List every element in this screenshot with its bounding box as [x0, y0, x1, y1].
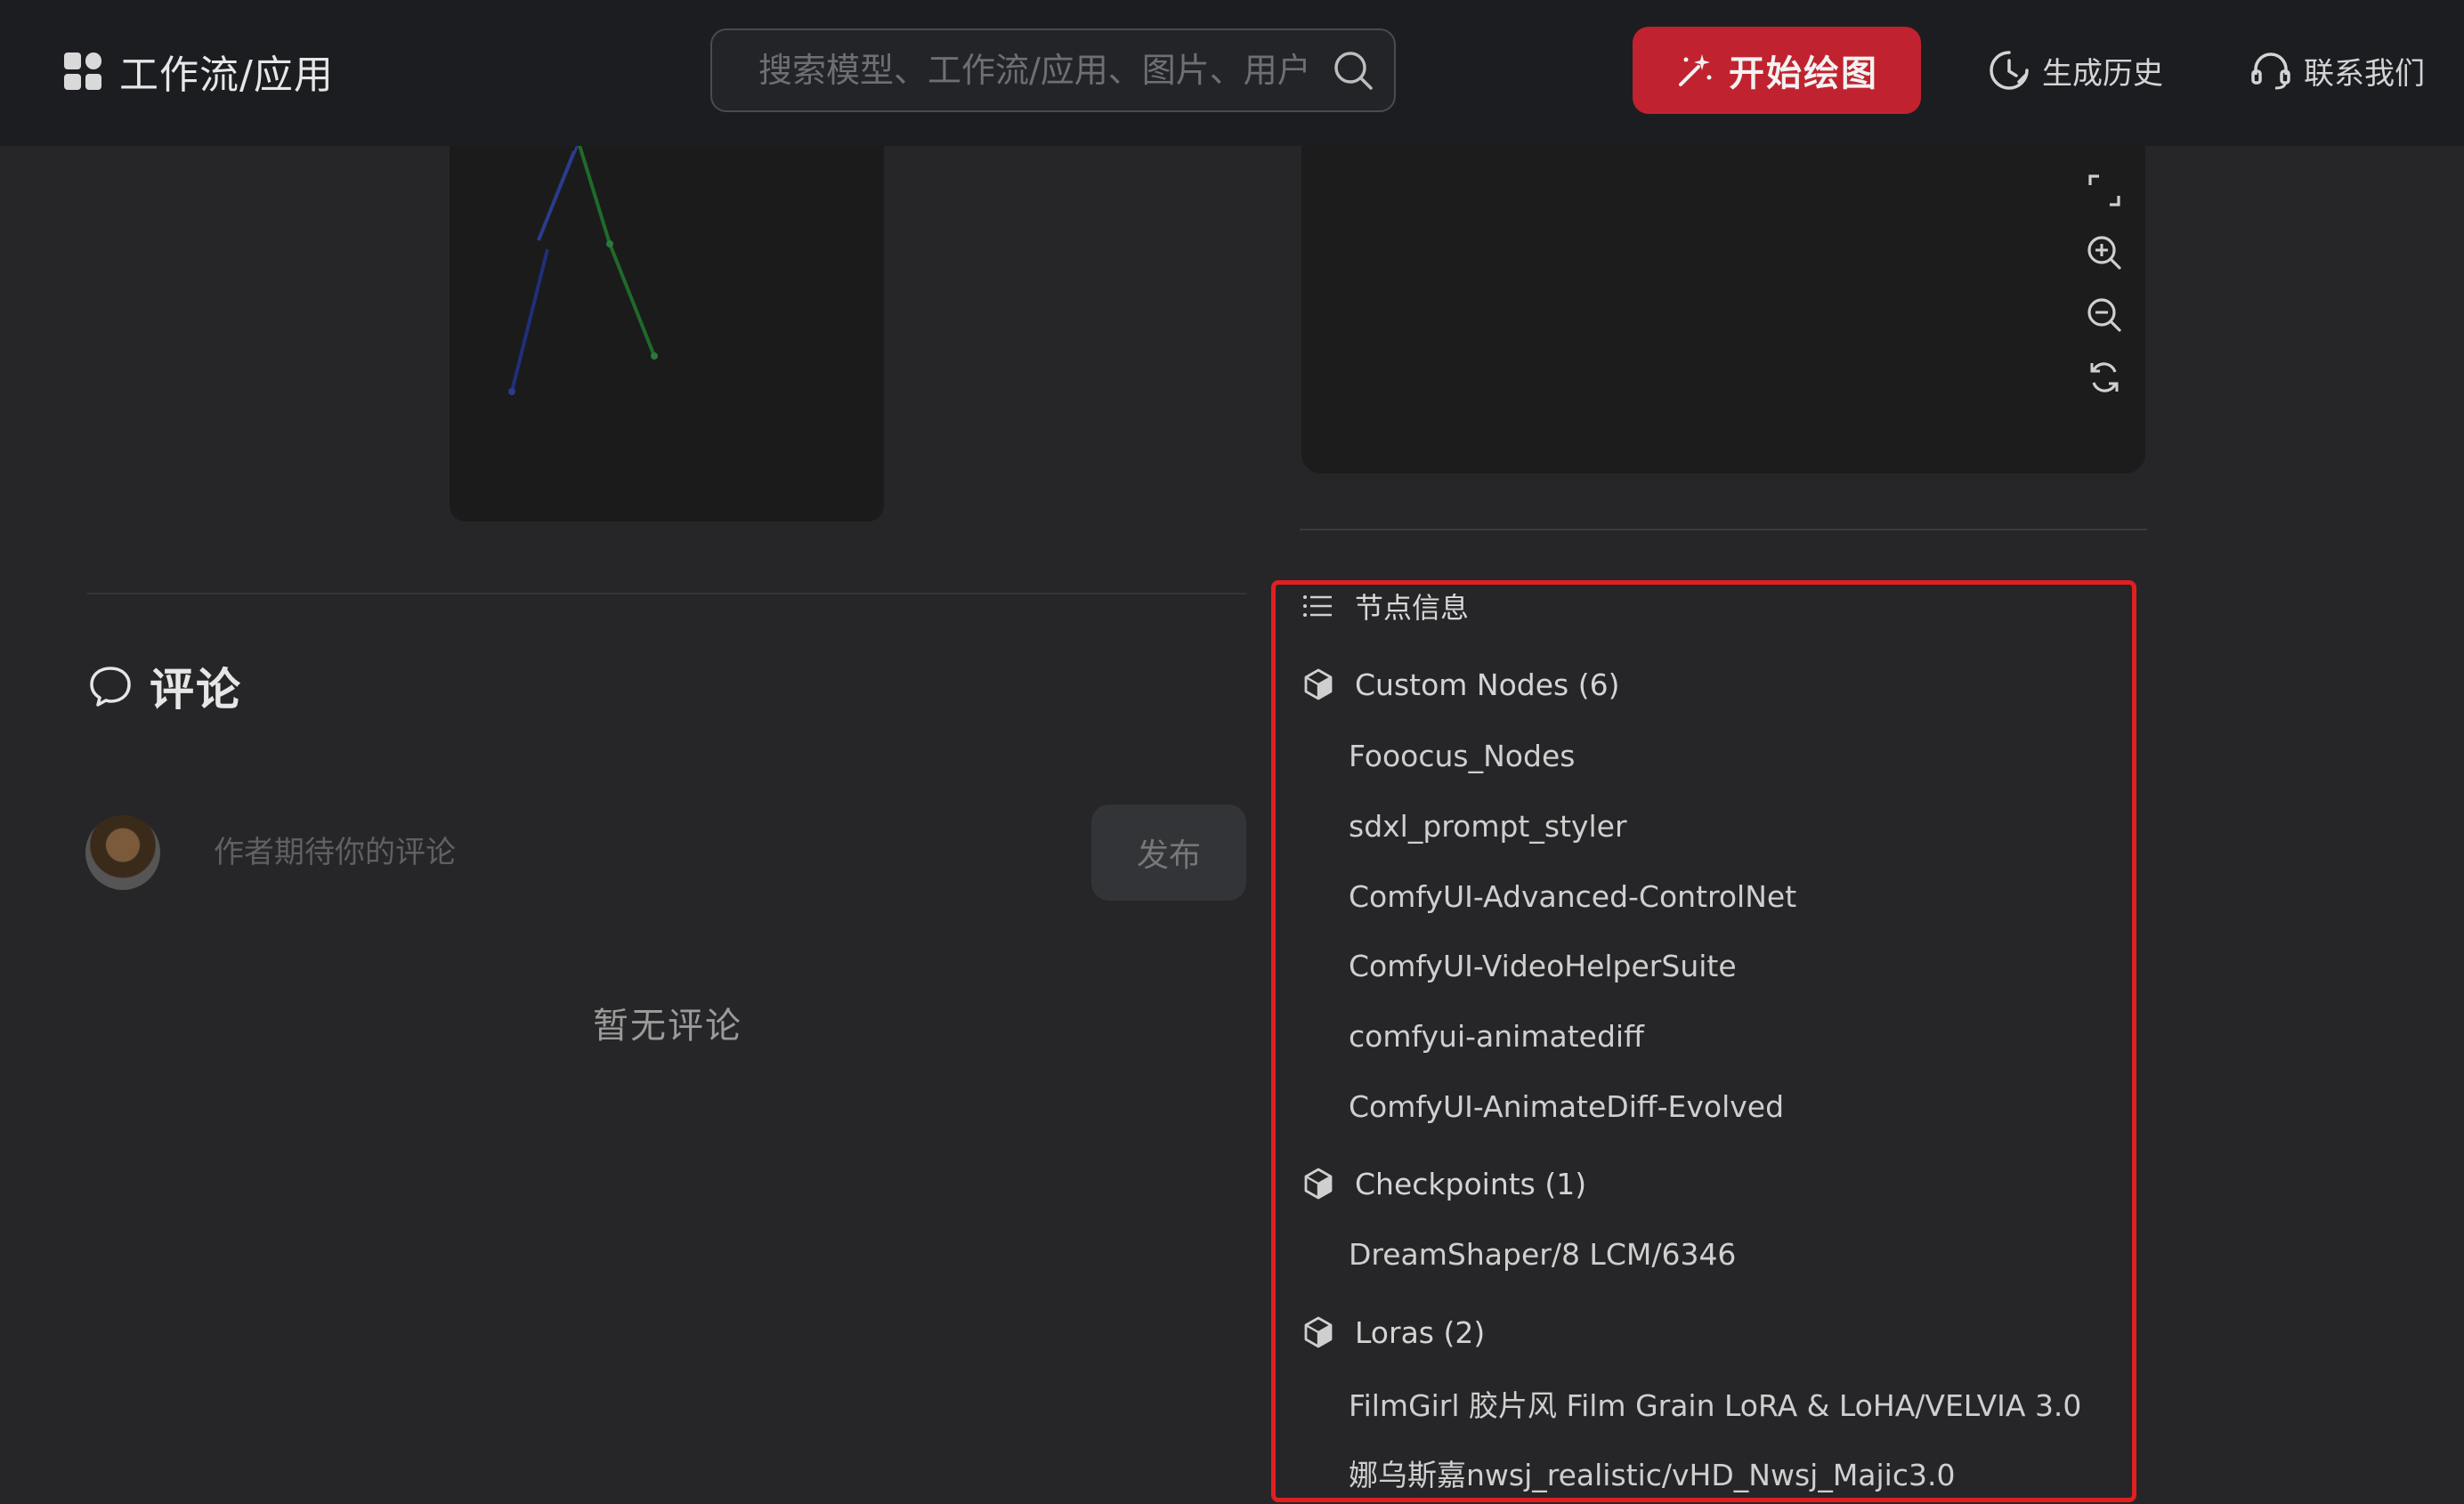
workflow-preview-image [450, 133, 884, 522]
category-custom-nodes[interactable]: Custom Nodes (6) [1301, 660, 1619, 708]
headset-icon [2251, 53, 2290, 90]
category-loras[interactable]: Loras (2) [1301, 1308, 1485, 1356]
lora-item[interactable]: FilmGirl 胶片风 Film Grain LoRA & LoHA/VELV… [1349, 1379, 2081, 1427]
search-box[interactable] [710, 28, 1396, 112]
section-divider [1300, 529, 2147, 530]
search-input[interactable] [758, 51, 1330, 90]
zoom-out-icon[interactable] [2085, 295, 2124, 335]
category-checkpoints[interactable]: Checkpoints (1) [1301, 1160, 1586, 1208]
node-info-title: 节点信息 [1355, 591, 1470, 625]
workflow-canvas[interactable] [1301, 133, 2145, 473]
node-info-header: 节点信息 [1301, 584, 1469, 628]
publish-button[interactable]: 发布 [1091, 805, 1246, 901]
section-divider [87, 593, 1246, 594]
node-item[interactable]: sdxl_prompt_styler [1349, 802, 1627, 850]
page-title: 工作流/应用 [119, 53, 334, 98]
node-item[interactable]: ComfyUI-AnimateDiff-Evolved [1349, 1082, 1784, 1130]
zoom-in-icon[interactable] [2085, 233, 2124, 272]
brand[interactable]: 工作流/应用 [64, 41, 334, 101]
category-label: Checkpoints (1) [1355, 1166, 1587, 1201]
lora-item[interactable]: 娜乌斯嘉nwsj_realistic/vHD_Nwsj_Majic3.0 [1349, 1449, 1955, 1497]
comment-input[interactable] [214, 810, 1068, 895]
avatar[interactable] [85, 815, 160, 890]
cube-icon [1304, 668, 1333, 700]
cube-icon [1304, 1168, 1333, 1200]
search-icon[interactable] [1330, 47, 1376, 93]
refresh-icon[interactable] [2085, 358, 2124, 397]
contact-label: 联系我们 [2304, 55, 2425, 92]
empty-comments-text: 暂无评论 [593, 1006, 742, 1047]
category-label: Custom Nodes (6) [1355, 667, 1620, 702]
start-drawing-button[interactable]: 开始绘图 [1633, 27, 1921, 114]
pose-skeleton-graphic [508, 142, 658, 395]
contact-button[interactable]: 联系我们 [2249, 43, 2425, 98]
node-item[interactable]: ComfyUI-VideoHelperSuite [1349, 942, 1737, 990]
list-icon [1303, 595, 1332, 617]
node-item[interactable]: Fooocus_Nodes [1349, 732, 1575, 780]
comments-header: 评论 [87, 653, 242, 719]
checkpoint-item[interactable]: DreamShaper/8 LCM/6346 [1349, 1230, 1736, 1278]
fullscreen-icon[interactable] [2085, 171, 2124, 210]
comments-title: 评论 [150, 664, 242, 716]
cube-icon [1304, 1316, 1333, 1348]
category-label: Loras (2) [1355, 1314, 1486, 1350]
magic-wand-icon [1679, 54, 1712, 86]
history-icon [1990, 51, 2029, 90]
node-item[interactable]: comfyui-animatediff [1349, 1012, 1644, 1060]
apps-icon [64, 53, 101, 90]
node-item[interactable]: ComfyUI-Advanced-ControlNet [1349, 872, 1796, 920]
history-button[interactable]: 生成历史 [1987, 43, 2163, 98]
start-drawing-label: 开始绘图 [1729, 53, 1878, 94]
history-label: 生成历史 [2042, 55, 2163, 92]
comment-icon [90, 667, 131, 707]
top-bar: 工作流/应用 开始绘图 生成历史 联系我们 [0, 0, 2464, 146]
